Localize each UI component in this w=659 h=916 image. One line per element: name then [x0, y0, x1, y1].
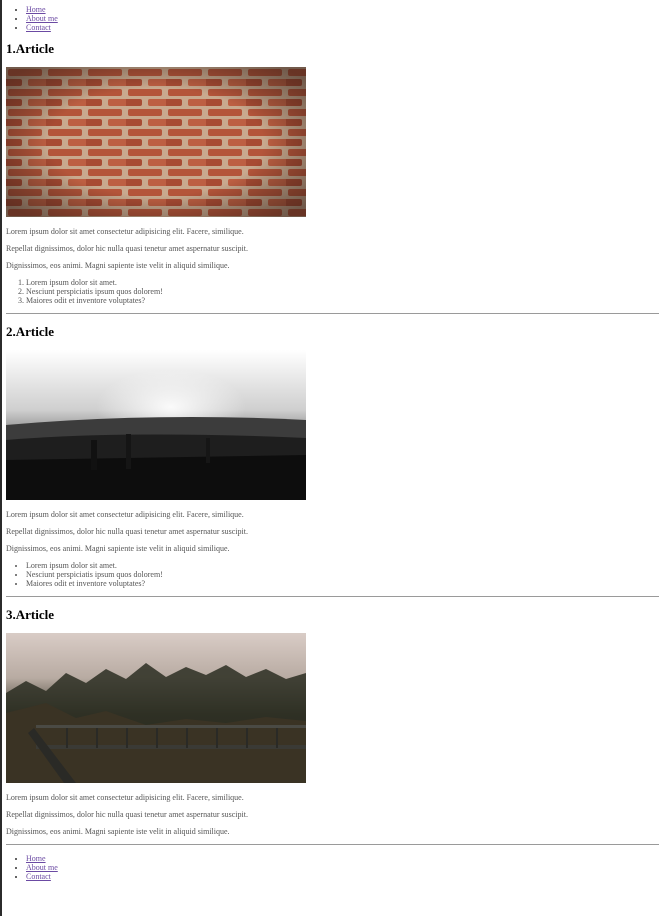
article-paragraph: Dignissimos, eos animi. Magni sapiente i… — [6, 261, 230, 270]
nav-item-contact: Contact — [26, 23, 58, 32]
article-paragraph: Lorem ipsum dolor sit amet consectetur a… — [6, 227, 244, 236]
article-paragraph: Repellat dignissimos, dolor hic nulla qu… — [6, 244, 248, 253]
article-unordered-list: Lorem ipsum dolor sit amet. Nesciunt per… — [6, 561, 163, 588]
article-divider — [6, 596, 659, 597]
article-paragraph: Lorem ipsum dolor sit amet consectetur a… — [6, 793, 244, 802]
article-ordered-list: Lorem ipsum dolor sit amet. Nesciunt per… — [6, 278, 163, 305]
article-paragraph: Lorem ipsum dolor sit amet consectetur a… — [6, 510, 244, 519]
foggy-forest-image — [6, 633, 306, 783]
nav-link-contact[interactable]: Contact — [26, 872, 51, 881]
nav-item-about: About me — [26, 14, 58, 23]
nav-link-contact[interactable]: Contact — [26, 23, 51, 32]
nav-link-home[interactable]: Home — [26, 854, 46, 863]
list-item: Lorem ipsum dolor sit amet. — [26, 561, 163, 570]
nav-item-home: Home — [26, 5, 58, 14]
list-item: Nesciunt perspiciatis ipsum quos dolorem… — [26, 287, 163, 296]
article-divider — [6, 313, 659, 314]
article-title: 2.Article — [6, 324, 55, 339]
nav-link-about[interactable]: About me — [26, 863, 58, 872]
city-skyline-image — [6, 350, 306, 500]
article-paragraph: Dignissimos, eos animi. Magni sapiente i… — [6, 544, 230, 553]
article-paragraph: Repellat dignissimos, dolor hic nulla qu… — [6, 810, 248, 819]
list-item: Maiores odit et inventore voluptates? — [26, 579, 163, 588]
article-paragraph: Repellat dignissimos, dolor hic nulla qu… — [6, 527, 248, 536]
nav-item-contact: Contact — [26, 872, 58, 881]
nav-link-about[interactable]: About me — [26, 14, 58, 23]
bottom-nav: Home About me Contact — [6, 854, 58, 881]
nav-link-home[interactable]: Home — [26, 5, 46, 14]
window-edge — [0, 0, 2, 916]
article-title: 3.Article — [6, 607, 55, 622]
article-title: 1.Article — [6, 41, 55, 56]
nav-item-about: About me — [26, 863, 58, 872]
brick-wall-image — [6, 67, 306, 217]
article-divider — [6, 844, 659, 845]
list-item: Lorem ipsum dolor sit amet. — [26, 278, 163, 287]
list-item: Nesciunt perspiciatis ipsum quos dolorem… — [26, 570, 163, 579]
nav-item-home: Home — [26, 854, 58, 863]
list-item: Maiores odit et inventore voluptates? — [26, 296, 163, 305]
article-paragraph: Dignissimos, eos animi. Magni sapiente i… — [6, 827, 230, 836]
top-nav: Home About me Contact — [6, 5, 58, 32]
